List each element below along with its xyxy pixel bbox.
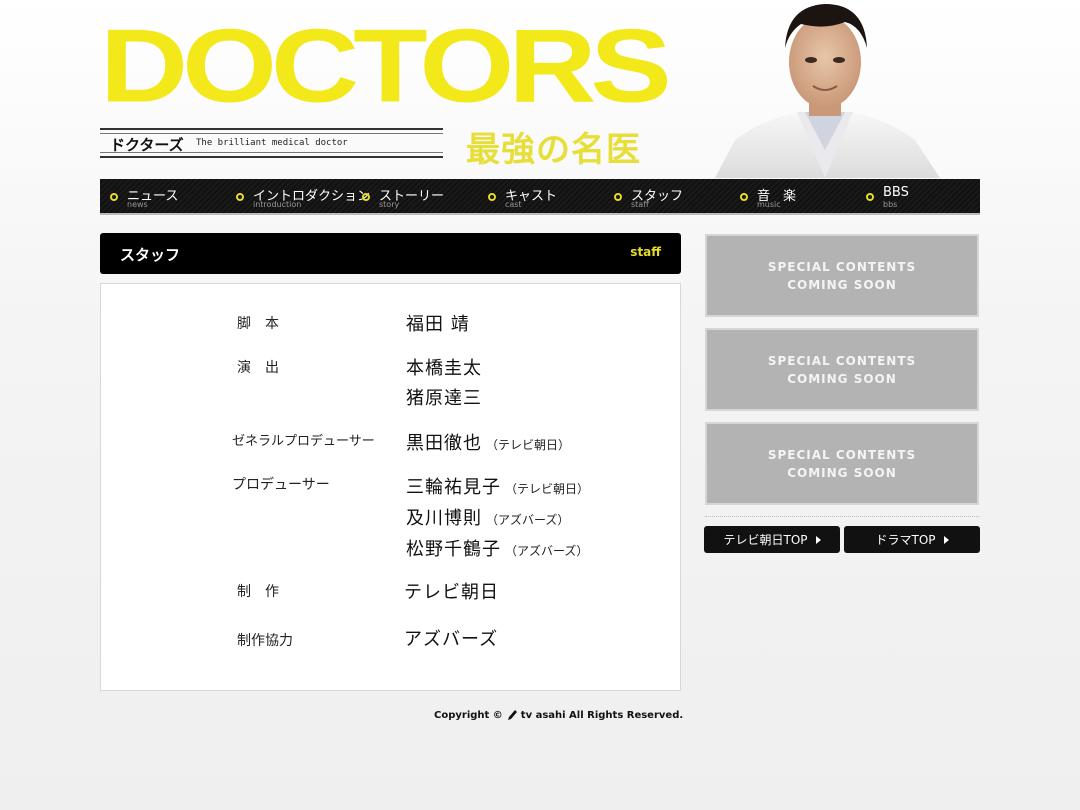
logo-title-en: The brilliant medical doctor [196, 138, 348, 148]
banner-line: COMING SOON [787, 371, 897, 386]
actor-portrait [715, 4, 940, 178]
banner-line: COMING SOON [787, 465, 897, 480]
banner-line: SPECIAL CONTENTS [767, 353, 917, 368]
role-screenplay: 脚 本 [237, 316, 279, 332]
global-nav: ニュース news イントロダクション introduction ストーリー s… [100, 179, 980, 215]
name-direction-2: 猪原達三 [406, 388, 482, 409]
nav-sublabel: introduction [253, 200, 302, 209]
person-name: 黒田徹也 [406, 433, 482, 454]
nav-bullet-icon [362, 193, 370, 201]
copyright-suffix: tv asahi All Rights Reserved. [520, 709, 684, 721]
staff-panel: 脚 本 福田 靖 演 出 本橋圭太 猪原達三 ゼネラルプロデューサー 黒田徹也 （… [100, 283, 681, 691]
section-label: staff [630, 245, 661, 259]
logo-title-jp: ドクターズ [110, 136, 184, 154]
person-company: （テレビ朝日） [486, 438, 571, 452]
role-production: 制 作 [237, 584, 279, 600]
banner-line: SPECIAL CONTENTS [767, 259, 917, 274]
nav-item-staff[interactable]: スタッフ staff [604, 179, 730, 213]
arrow-right-icon [815, 535, 821, 544]
nav-sublabel: staff [631, 200, 649, 209]
section-header: スタッフ staff [100, 233, 681, 274]
role-producer: プロデューサー [232, 477, 330, 493]
special-contents-banner-2[interactable]: SPECIAL CONTENTS COMING SOON [705, 328, 979, 411]
banner-line: SPECIAL CONTENTS [767, 447, 917, 462]
nav-item-introduction[interactable]: イントロダクション introduction [226, 179, 370, 213]
logo-doctors[interactable]: DOCTORS [100, 14, 672, 118]
role-direction: 演 出 [237, 360, 279, 376]
nav-bullet-icon [110, 193, 118, 201]
name-producer-2: 及川博則 （アズバーズ） [406, 504, 569, 530]
person-company: （テレビ朝日） [505, 482, 590, 496]
logo-subtitle: 最強の名医 [466, 130, 641, 170]
person-company: （アズバーズ） [505, 544, 589, 558]
nav-sublabel: music [757, 200, 781, 209]
banner-line: COMING SOON [787, 277, 897, 292]
drama-top-button[interactable]: ドラマTOP [844, 526, 980, 553]
nav-item-story[interactable]: ストーリー story [352, 179, 478, 213]
nav-item-music[interactable]: 音 楽 music [730, 179, 856, 213]
nav-item-cast[interactable]: キャスト cast [478, 179, 604, 213]
name-production: テレビ朝日 [404, 582, 499, 603]
nav-item-news[interactable]: ニュース news [100, 179, 226, 213]
special-contents-banner-3[interactable]: SPECIAL CONTENTS COMING SOON [705, 422, 979, 505]
person-name: 松野千鶴子 [406, 539, 501, 560]
arrow-right-icon [943, 535, 949, 544]
nav-label: BBS [883, 185, 909, 200]
tvasahi-top-button[interactable]: テレビ朝日TOP [704, 526, 840, 553]
nav-sublabel: bbs [883, 200, 898, 209]
copyright-footer: Copyright © tv asahi All Rights Reserved… [434, 709, 683, 721]
nav-bullet-icon [866, 193, 874, 201]
button-label: ドラマTOP [875, 533, 936, 547]
nav-bullet-icon [488, 193, 496, 201]
special-contents-banner-1[interactable]: SPECIAL CONTENTS COMING SOON [705, 234, 979, 317]
nav-sublabel: cast [505, 200, 522, 209]
person-company: （アズバーズ） [486, 513, 570, 527]
person-name: 及川博則 [406, 508, 482, 529]
section-title: スタッフ [120, 246, 181, 264]
nav-bullet-icon [614, 193, 622, 201]
tv-asahi-pen-icon [507, 710, 517, 720]
side-divider [705, 516, 979, 517]
name-direction-1: 本橋圭太 [406, 358, 482, 379]
nav-sublabel: news [127, 200, 148, 209]
role-general-producer: ゼネラルプロデューサー [232, 434, 375, 449]
name-cooperation: アズバーズ [404, 629, 499, 650]
role-cooperation: 制作協力 [237, 633, 293, 649]
button-label: テレビ朝日TOP [723, 533, 808, 547]
nav-bullet-icon [740, 193, 748, 201]
name-screenplay: 福田 靖 [406, 314, 470, 335]
nav-bullet-icon [236, 193, 244, 201]
name-producer-3: 松野千鶴子 （アズバーズ） [406, 535, 588, 561]
page: DOCTORS ドクターズ The brilliant medical doct… [0, 0, 1080, 810]
copyright-prefix: Copyright © [434, 709, 503, 721]
name-general-producer: 黒田徹也 （テレビ朝日） [406, 429, 570, 455]
person-name: 三輪祐見子 [406, 477, 501, 498]
nav-sublabel: story [379, 200, 400, 209]
nav-item-bbs[interactable]: BBS bbs [856, 179, 980, 213]
name-producer-1: 三輪祐見子 （テレビ朝日） [406, 473, 589, 499]
